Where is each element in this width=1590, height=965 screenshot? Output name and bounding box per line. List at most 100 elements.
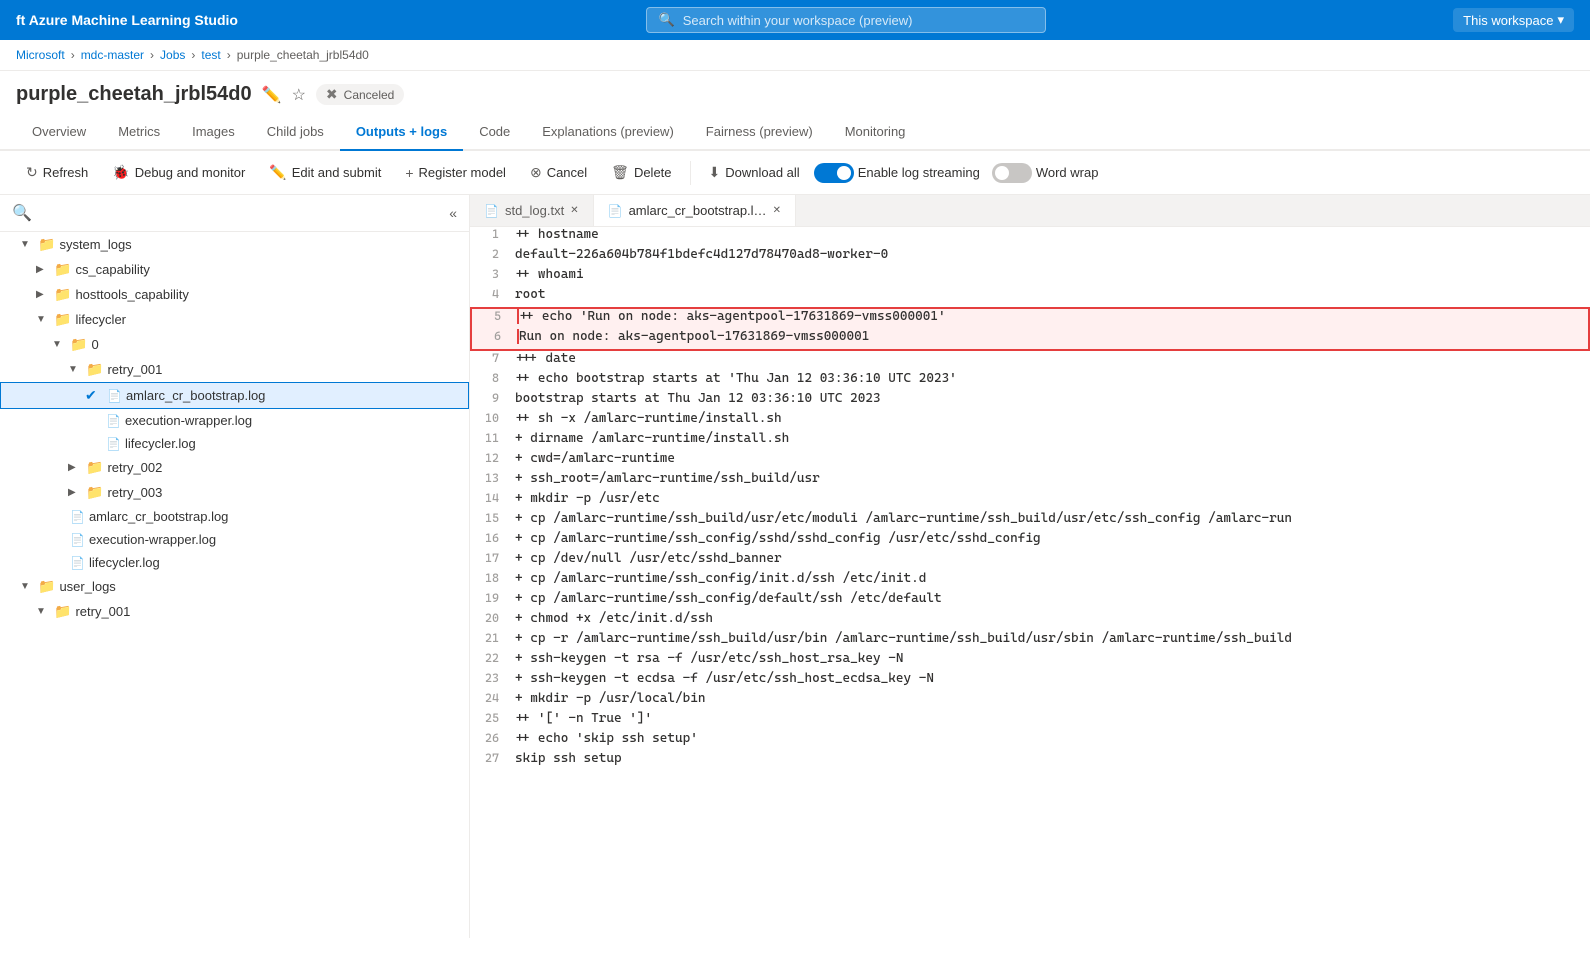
folder-icon: 📁 — [86, 361, 103, 378]
line-content: ++ sh -x /amlarc-runtime/install.sh — [515, 411, 802, 426]
tab-child-jobs[interactable]: Child jobs — [251, 114, 340, 151]
code-content[interactable]: 1 ++ hostname 2 default-226a604b784f1bde… — [470, 227, 1590, 938]
tab-metrics[interactable]: Metrics — [102, 114, 176, 151]
log-streaming-toggle[interactable] — [814, 163, 854, 183]
tree-item-retry001[interactable]: ▼ 📁 retry_001 — [0, 357, 469, 382]
tab-outputs-logs[interactable]: Outputs + logs — [340, 114, 463, 151]
check-icon: ✔ — [85, 387, 103, 404]
chevron-down-icon: ▾ — [1557, 12, 1564, 28]
breadcrumb-microsoft[interactable]: Microsoft — [16, 48, 65, 62]
line-number: 22 — [470, 651, 515, 665]
tree-item-exec-wrapper-lifecycler[interactable]: 📄 execution-wrapper.log — [0, 528, 469, 551]
file-tree-search-icon[interactable]: 🔍 — [12, 203, 32, 223]
tree-item-hosttools[interactable]: ▶ 📁 hosttools_capability — [0, 282, 469, 307]
chevron-icon: ▼ — [52, 339, 66, 350]
code-line: 7 +++ date — [470, 351, 1590, 371]
line-content: + cp /amlarc-runtime/ssh_build/usr/etc/m… — [515, 511, 1312, 526]
tab-code[interactable]: Code — [463, 114, 526, 151]
cancel-button[interactable]: ⊗ Cancel — [520, 159, 597, 186]
line-content: + cp /amlarc-runtime/ssh_config/init.d/s… — [515, 571, 946, 586]
download-all-button[interactable]: ⬇ Download all — [699, 159, 810, 186]
tree-item-execution-wrapper[interactable]: 📄 execution-wrapper.log — [0, 409, 469, 432]
tree-item-retry002[interactable]: ▶ 📁 retry_002 — [0, 455, 469, 480]
star-icon[interactable]: ☆ — [292, 85, 306, 105]
tree-item-amlarc-bootstrap[interactable]: ✔ 📄 amlarc_cr_bootstrap.log ··· — [0, 382, 469, 409]
toolbar: ↻ Refresh 🐞 Debug and monitor ✏️ Edit an… — [0, 151, 1590, 195]
line-content: ++ '[' -n True ']' — [515, 711, 672, 726]
tree-item-amlarc-lifecycler[interactable]: 📄 amlarc_cr_bootstrap.log — [0, 505, 469, 528]
line-content: ++ echo 'Run on node: aks-agentpool-1763… — [517, 309, 966, 324]
collapse-button[interactable]: « — [449, 205, 457, 221]
breadcrumb-sep4: › — [227, 48, 231, 62]
close-tab-icon[interactable]: ✕ — [570, 205, 578, 216]
breadcrumb-mdc-master[interactable]: mdc-master — [81, 48, 144, 62]
code-line: 4 root — [470, 287, 1590, 307]
app-title-text: ft Azure Machine Learning Studio — [16, 12, 238, 28]
tree-item-lifecycler-log2[interactable]: 📄 lifecycler.log — [0, 551, 469, 574]
line-number: 23 — [470, 671, 515, 685]
folder-icon: 📁 — [86, 459, 103, 476]
tab-monitoring[interactable]: Monitoring — [829, 114, 922, 151]
code-tab-stdlog[interactable]: 📄 std_log.txt ✕ — [470, 195, 594, 226]
line-number: 9 — [470, 391, 515, 405]
code-tab-stdlog-label: std_log.txt — [505, 203, 564, 218]
line-content: + ssh-keygen -t rsa -f /usr/etc/ssh_host… — [515, 651, 923, 666]
folder-icon: 📁 — [54, 286, 71, 303]
line-number: 4 — [470, 287, 515, 301]
tab-images[interactable]: Images — [176, 114, 251, 151]
tree-item-lifecycler-log[interactable]: 📄 lifecycler.log — [0, 432, 469, 455]
search-bar[interactable]: 🔍 — [646, 7, 1046, 33]
code-line: 24 + mkdir -p /usr/local/bin — [470, 691, 1590, 711]
workspace-selector[interactable]: This workspace ▾ — [1453, 8, 1574, 32]
refresh-button[interactable]: ↻ Refresh — [16, 159, 98, 186]
register-model-button[interactable]: + Register model — [395, 160, 516, 186]
tree-item-0[interactable]: ▼ 📁 0 — [0, 332, 469, 357]
breadcrumb-test[interactable]: test — [201, 48, 220, 62]
word-wrap-toggle[interactable] — [992, 163, 1032, 183]
debug-button[interactable]: 🐞 Debug and monitor — [102, 159, 255, 186]
close-tab-icon[interactable]: ✕ — [773, 205, 781, 216]
code-tabs-bar: 📄 std_log.txt ✕ 📄 amlarc_cr_bootstrap.l…… — [470, 195, 1590, 227]
line-number: 2 — [470, 247, 515, 261]
code-tab-amlarc[interactable]: 📄 amlarc_cr_bootstrap.l… ✕ — [594, 195, 796, 226]
line-content: Run on node: aks-agentpool-17631869-vmss… — [517, 329, 889, 344]
refresh-icon: ↻ — [26, 164, 38, 181]
delete-button[interactable]: 🗑 Delete — [601, 159, 681, 186]
chevron-icon: ▶ — [36, 289, 50, 300]
tab-overview[interactable]: Overview — [16, 114, 102, 151]
breadcrumb-current: purple_cheetah_jrbl54d0 — [237, 48, 369, 62]
tree-item-user-logs[interactable]: ▼ 📁 user_logs — [0, 574, 469, 599]
page-header: purple_cheetah_jrbl54d0 ✏️ ☆ ✖ Canceled — [0, 71, 1590, 106]
line-number: 14 — [470, 491, 515, 505]
file-icon: 📄 — [106, 437, 121, 451]
code-line: 12 + cwd=/amlarc-runtime — [470, 451, 1590, 471]
code-tab-amlarc-label: amlarc_cr_bootstrap.l… — [629, 203, 767, 218]
cancel-status-icon: ✖ — [326, 86, 338, 103]
folder-icon: 📁 — [38, 578, 55, 595]
breadcrumb-jobs[interactable]: Jobs — [160, 48, 185, 62]
tab-explanations[interactable]: Explanations (preview) — [526, 114, 690, 151]
line-content: + ssh_root=/amlarc-runtime/ssh_build/usr — [515, 471, 840, 486]
code-line: 27 skip ssh setup — [470, 751, 1590, 771]
line-content: + mkdir -p /usr/etc — [515, 491, 680, 506]
line-content: + cwd=/amlarc-runtime — [515, 451, 695, 466]
tree-item-retry003[interactable]: ▶ 📁 retry_003 — [0, 480, 469, 505]
search-input[interactable] — [683, 13, 1033, 28]
code-line: 10 ++ sh -x /amlarc-runtime/install.sh — [470, 411, 1590, 431]
tree-item-user-retry001[interactable]: ▼ 📁 retry_001 — [0, 599, 469, 624]
file-tab-icon: 📄 — [608, 204, 623, 218]
breadcrumb: Microsoft › mdc-master › Jobs › test › p… — [0, 40, 1590, 71]
tree-item-system-logs[interactable]: ▼ 📁 system_logs — [0, 232, 469, 257]
edit-submit-button[interactable]: ✏️ Edit and submit — [259, 159, 391, 186]
folder-icon: 📁 — [86, 484, 103, 501]
line-number: 20 — [470, 611, 515, 625]
edit-icon[interactable]: ✏️ — [262, 85, 282, 105]
line-content: + ssh-keygen -t ecdsa -f /usr/etc/ssh_ho… — [515, 671, 954, 686]
tabs-bar: Overview Metrics Images Child jobs Outpu… — [0, 114, 1590, 151]
tree-item-lifecycler[interactable]: ▼ 📁 lifecycler — [0, 307, 469, 332]
breadcrumb-sep1: › — [71, 48, 75, 62]
tree-item-cs-capability[interactable]: ▶ 📁 cs_capability — [0, 257, 469, 282]
chevron-icon: ▼ — [36, 606, 50, 617]
tab-fairness[interactable]: Fairness (preview) — [690, 114, 829, 151]
line-number: 3 — [470, 267, 515, 281]
